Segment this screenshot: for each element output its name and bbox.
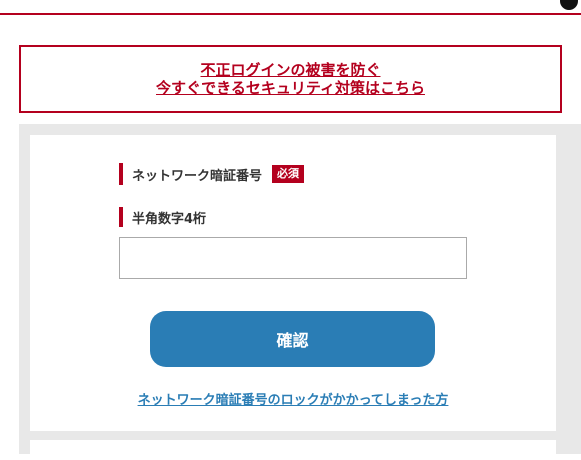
network-pin-input[interactable]: [119, 237, 467, 279]
network-pin-label: ネットワーク暗証番号 必須: [119, 163, 305, 185]
pin-form-card: ネットワーク暗証番号 必須 半角数字4桁 確認 ネットワーク暗証番号のロックがか…: [30, 135, 556, 431]
form-panel: ネットワーク暗証番号 必須 半角数字4桁 確認 ネットワーク暗証番号のロックがか…: [19, 124, 581, 460]
required-badge: 必須: [272, 165, 305, 183]
header-divider: [0, 13, 581, 15]
pin-locked-help-link[interactable]: ネットワーク暗証番号のロックがかかってしまった方: [30, 389, 556, 408]
account-icon[interactable]: [560, 0, 578, 10]
next-section-card: [30, 440, 556, 460]
network-pin-label-text: ネットワーク暗証番号: [132, 168, 263, 184]
pin-format-hint: 半角数字4桁: [119, 207, 206, 227]
security-alert-link-line1[interactable]: 不正ログインの被害を防ぐ: [200, 61, 380, 79]
pin-format-hint-text: 半角数字4桁: [132, 211, 207, 227]
confirm-button[interactable]: 確認: [150, 311, 435, 367]
security-alert-box: 不正ログインの被害を防ぐ 今すぐできるセキュリティ対策はこちら: [19, 45, 562, 113]
security-alert-link-line2[interactable]: 今すぐできるセキュリティ対策はこちら: [156, 79, 425, 97]
